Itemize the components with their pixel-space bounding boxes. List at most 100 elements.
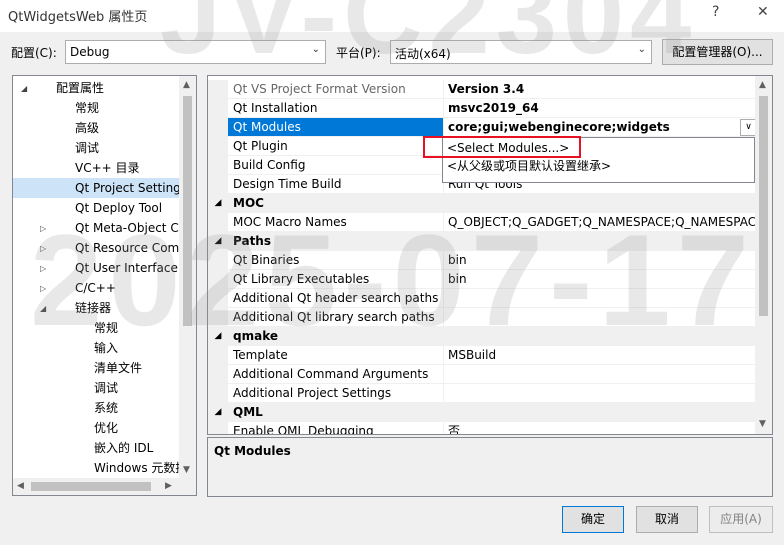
- property-row[interactable]: Template MSBuild: [208, 346, 757, 365]
- property-row[interactable]: Qt Library Executables bin: [208, 270, 757, 289]
- category-row[interactable]: ◢ QML: [208, 403, 757, 422]
- collapse-arrow-icon[interactable]: ◢: [208, 232, 228, 251]
- platform-combo[interactable]: 活动(x64) ⌄: [390, 40, 652, 64]
- help-button[interactable]: ?: [712, 4, 719, 20]
- property-value[interactable]: Version 3.4: [443, 80, 757, 99]
- tree-item[interactable]: VC++ 目录: [75, 158, 140, 178]
- tree-item[interactable]: 调试: [75, 138, 99, 158]
- row-gutter: [208, 99, 228, 118]
- row-gutter: [208, 384, 228, 403]
- collapse-arrow-icon[interactable]: ◢: [21, 84, 27, 93]
- config-label: 配置(C):: [11, 46, 57, 60]
- tree-horizontal-thumb[interactable]: [31, 482, 151, 491]
- property-name: Template: [228, 346, 443, 365]
- property-name: Qt Plugin: [228, 137, 443, 156]
- property-value[interactable]: [443, 308, 757, 327]
- tree-item[interactable]: C/C++: [75, 278, 116, 298]
- config-manager-button[interactable]: 配置管理器(O)...: [662, 39, 773, 65]
- apply-button[interactable]: 应用(A): [709, 506, 773, 533]
- property-row[interactable]: Additional Command Arguments: [208, 365, 757, 384]
- property-name: Additional Project Settings: [228, 384, 443, 403]
- collapse-arrow-icon[interactable]: ◢: [40, 304, 46, 313]
- row-gutter: [208, 156, 228, 175]
- tree-item[interactable]: 系统: [94, 398, 118, 418]
- property-row[interactable]: MOC Macro Names Q_OBJECT;Q_GADGET;Q_NAMES…: [208, 213, 757, 232]
- ok-button[interactable]: 确定: [562, 506, 624, 533]
- grid-vertical-scrollbar[interactable]: ▲ ▼: [755, 76, 772, 434]
- tree-item[interactable]: 高级: [75, 118, 99, 138]
- scroll-up-icon[interactable]: ▲: [183, 80, 190, 90]
- property-value[interactable]: msvc2019_64: [443, 99, 757, 118]
- row-gutter: [208, 118, 228, 137]
- property-row[interactable]: Additional Project Settings: [208, 384, 757, 403]
- property-row[interactable]: Additional Qt header search paths: [208, 289, 757, 308]
- tree-item[interactable]: 输入: [94, 338, 118, 358]
- tree-item[interactable]: 嵌入的 IDL: [94, 438, 153, 458]
- chevron-down-icon: ⌄: [311, 44, 320, 55]
- property-tree[interactable]: ◢ 配置属性 常规 高级 调试 VC++ 目录 Qt Project Settings Qt …: [12, 75, 197, 496]
- collapse-arrow-icon[interactable]: ◢: [208, 403, 228, 422]
- tree-item[interactable]: Qt Project Settings: [13, 178, 187, 198]
- category-name: QML: [228, 403, 443, 422]
- scroll-down-icon[interactable]: ▼: [183, 465, 190, 475]
- scroll-up-icon[interactable]: ▲: [759, 80, 766, 90]
- category-row[interactable]: ◢ Paths: [208, 232, 757, 251]
- category-row[interactable]: ◢ qmake: [208, 327, 757, 346]
- scroll-right-icon[interactable]: ▶: [165, 481, 172, 491]
- property-value[interactable]: bin: [443, 251, 757, 270]
- collapse-arrow-icon[interactable]: ◢: [208, 327, 228, 346]
- tree-item[interactable]: 常规: [94, 318, 118, 338]
- property-name: Qt Modules: [228, 118, 443, 137]
- cancel-button[interactable]: 取消: [636, 506, 698, 533]
- property-value[interactable]: core;gui;webenginecore;widgets: [443, 118, 757, 137]
- property-value[interactable]: [443, 384, 757, 403]
- property-row[interactable]: Qt Installation msvc2019_64: [208, 99, 757, 118]
- property-grid[interactable]: Qt VS Project Format Version Version 3.4 Q…: [207, 75, 773, 435]
- property-value[interactable]: 否: [443, 422, 757, 434]
- category-row[interactable]: ◢ MOC: [208, 194, 757, 213]
- property-name: Qt VS Project Format Version: [228, 80, 443, 99]
- expand-arrow-icon[interactable]: ▷: [40, 244, 46, 253]
- tree-item[interactable]: 链接器: [75, 298, 111, 318]
- tree-item[interactable]: Windows 元数据: [94, 458, 187, 478]
- grid-vertical-thumb[interactable]: [759, 96, 768, 316]
- tree-item[interactable]: 优化: [94, 418, 118, 438]
- property-value[interactable]: bin: [443, 270, 757, 289]
- property-row[interactable]: Qt Modules core;gui;webenginecore;widgets…: [208, 118, 757, 137]
- property-row[interactable]: Enable QML Debugging 否: [208, 422, 757, 434]
- dropdown-item-inherit[interactable]: <从父级或项目默认设置继承>: [447, 157, 611, 175]
- close-button[interactable]: ✕: [757, 4, 769, 20]
- tree-item[interactable]: 常规: [75, 98, 99, 118]
- property-row[interactable]: Qt Binaries bin: [208, 251, 757, 270]
- category-name: MOC: [228, 194, 443, 213]
- property-value[interactable]: [443, 365, 757, 384]
- scroll-down-icon[interactable]: ▼: [759, 419, 766, 429]
- row-gutter: [208, 422, 228, 434]
- category-name: qmake: [228, 327, 443, 346]
- property-value[interactable]: Q_OBJECT;Q_GADGET;Q_NAMESPACE;Q_NAMESPAC…: [443, 213, 757, 232]
- property-name: MOC Macro Names: [228, 213, 443, 232]
- property-name: Qt Binaries: [228, 251, 443, 270]
- tree-item[interactable]: 配置属性: [56, 78, 104, 98]
- property-name: Additional Qt library search paths: [228, 308, 443, 327]
- row-gutter: [208, 213, 228, 232]
- tree-item[interactable]: Qt Deploy Tool: [75, 198, 162, 218]
- tree-item[interactable]: 清单文件: [94, 358, 142, 378]
- config-combo[interactable]: Debug ⌄: [65, 40, 326, 64]
- platform-value: 活动(x64): [395, 47, 451, 61]
- property-value[interactable]: [443, 289, 757, 308]
- tree-vertical-thumb[interactable]: [183, 96, 192, 326]
- tree-item[interactable]: 调试: [94, 378, 118, 398]
- property-value[interactable]: MSBuild: [443, 346, 757, 365]
- platform-label: 平台(P):: [336, 46, 381, 60]
- property-row[interactable]: Qt VS Project Format Version Version 3.4: [208, 80, 757, 99]
- tree-vertical-scrollbar[interactable]: ▲ ▼: [179, 76, 196, 480]
- tree-horizontal-scrollbar[interactable]: ◀ ▶: [13, 478, 196, 495]
- row-gutter: [208, 289, 228, 308]
- expand-arrow-icon[interactable]: ▷: [40, 284, 46, 293]
- expand-arrow-icon[interactable]: ▷: [40, 264, 46, 273]
- expand-arrow-icon[interactable]: ▷: [40, 224, 46, 233]
- property-row[interactable]: Additional Qt library search paths: [208, 308, 757, 327]
- collapse-arrow-icon[interactable]: ◢: [208, 194, 228, 213]
- scroll-left-icon[interactable]: ◀: [17, 481, 24, 491]
